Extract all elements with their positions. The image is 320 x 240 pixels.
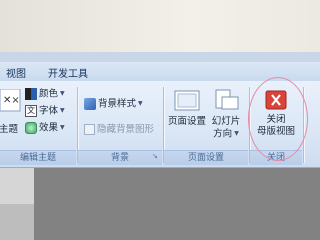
svg-text:✕×: ✕× [3, 95, 20, 106]
highlight-annotation [248, 77, 308, 161]
colors-icon [25, 88, 37, 100]
effects-button[interactable]: 效果 ▼ [25, 121, 65, 135]
tab-developer[interactable]: 开发工具 [48, 65, 88, 80]
dialog-launcher-icon[interactable]: ↘ [152, 152, 158, 160]
chevron-down-icon: ▼ [60, 90, 65, 97]
page-setup-label: 页面设置 [168, 116, 207, 127]
chevron-down-icon: ▼ [60, 107, 65, 114]
hide-background-graphics-checkbox[interactable]: 隐藏背景图形 [84, 123, 154, 137]
chevron-down-icon: ▼ [234, 130, 239, 137]
slide-orientation-label-1: 幻灯片 [211, 116, 241, 127]
colors-button[interactable]: 颜色 ▼ [25, 87, 65, 101]
checkbox-icon [84, 124, 95, 135]
page-setup-button[interactable]: 页面设置 [168, 87, 206, 145]
background-styles-button[interactable]: 背景样式 ▼ [84, 97, 143, 111]
effects-icon [25, 122, 37, 134]
slide-orientation-label-2: 方向 [213, 128, 233, 140]
tab-view[interactable]: 视图 [6, 65, 26, 80]
fonts-icon: 文 [25, 105, 37, 117]
slide-thumbnail[interactable] [0, 204, 34, 240]
background-styles-label: 背景样式 [98, 98, 137, 110]
fonts-button[interactable]: 文字体 ▼ [25, 104, 65, 118]
page-setup-icon [174, 90, 200, 111]
chevron-down-icon: ▼ [60, 124, 65, 131]
workspace-area [0, 168, 320, 240]
title-area [0, 0, 320, 62]
slide-orientation-icon [215, 89, 239, 110]
themes-button[interactable]: ✕× 主题 [0, 87, 22, 137]
window-background [0, 0, 320, 52]
group-label-edit-theme: 编辑主题 [0, 150, 76, 165]
themes-label: 主题 [0, 124, 19, 135]
chevron-down-icon: ▼ [138, 100, 143, 107]
group-label-page-setup: 页面设置 [164, 150, 248, 165]
background-styles-icon [84, 98, 96, 110]
group-label-background: 背景 [78, 150, 162, 165]
effects-label: 效果 [39, 122, 59, 134]
slide-orientation-button[interactable]: 幻灯片 方向 ▼ [208, 87, 244, 145]
hide-background-graphics-label: 隐藏背景图形 [97, 124, 155, 135]
themes-icon: ✕× [0, 89, 21, 112]
colors-label: 颜色 [39, 88, 59, 100]
fonts-label: 字体 [39, 105, 59, 117]
